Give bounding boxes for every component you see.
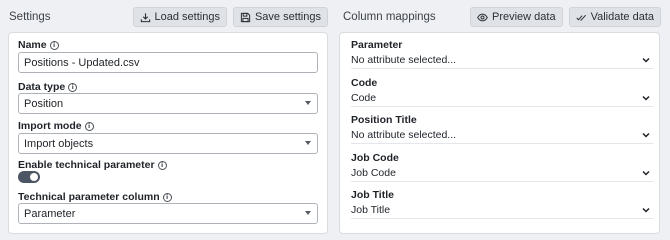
info-icon[interactable]: i (68, 82, 78, 92)
settings-title: Settings (9, 11, 51, 23)
info-icon[interactable]: i (162, 192, 172, 202)
chevron-down-icon (642, 132, 650, 138)
mapping-select-value: Job Code (351, 167, 396, 179)
mapping-label: Job Title (351, 189, 394, 201)
caret-down-icon (305, 141, 311, 145)
preview-data-button[interactable]: Preview data (470, 7, 563, 27)
tech-column-select[interactable]: Parameter (18, 203, 318, 224)
data-type-label: Data type i (18, 81, 78, 93)
chevron-down-icon (642, 207, 650, 213)
import-mode-label: Import mode i (18, 120, 94, 132)
mapping-select[interactable]: No attribute selected... (351, 52, 653, 69)
caret-down-icon (305, 211, 311, 215)
mapping-select[interactable]: Code (351, 90, 653, 107)
download-tray-icon (140, 12, 150, 22)
enable-tech-toggle[interactable] (18, 171, 40, 183)
enable-tech-label-text: Enable technical parameter (18, 159, 155, 171)
settings-header: Settings Load settings Save settings (9, 6, 328, 28)
mappings-header: Column mappings Preview data Validate da… (343, 6, 661, 28)
floppy-disk-icon (240, 12, 251, 22)
data-type-label-text: Data type (18, 81, 66, 93)
name-label: Name i (18, 39, 59, 51)
mapping-select-value: Code (351, 92, 377, 104)
mapping-label: Code (351, 77, 378, 89)
eye-icon (477, 13, 488, 21)
save-settings-label: Save settings (254, 11, 321, 23)
tech-column-label-text: Technical parameter column (18, 191, 160, 203)
preview-data-label: Preview data (492, 11, 556, 23)
toggle-knob (30, 173, 38, 181)
mapping-select-value: No attribute selected... (351, 54, 457, 66)
chevron-down-icon (642, 95, 650, 101)
chevron-down-icon (642, 57, 650, 63)
name-label-text: Name (18, 39, 47, 51)
import-mode-value: Import objects (24, 137, 94, 150)
settings-panel: Name i Positions - Updated.csv Data type… (8, 32, 328, 234)
mapping-select[interactable]: Job Code (351, 165, 653, 182)
data-type-select[interactable]: Position (18, 93, 318, 114)
mapping-select[interactable]: Job Title (351, 202, 653, 219)
name-input[interactable]: Positions - Updated.csv (18, 52, 318, 73)
chevron-down-icon (642, 170, 650, 176)
tech-column-value: Parameter (24, 207, 76, 220)
import-mode-select[interactable]: Import objects (18, 133, 318, 154)
mapping-label: Job Code (351, 152, 399, 164)
validate-data-label: Validate data (590, 11, 654, 23)
enable-tech-label: Enable technical parameter i (18, 159, 167, 171)
caret-down-icon (305, 101, 311, 105)
mapping-label: Position Title (351, 114, 417, 126)
load-settings-label: Load settings (154, 11, 220, 23)
double-check-icon (575, 14, 586, 21)
mapping-select-value: No attribute selected... (351, 129, 457, 141)
name-input-value: Positions - Updated.csv (24, 56, 140, 69)
mappings-title: Column mappings (343, 11, 436, 23)
tech-column-label: Technical parameter column i (18, 191, 172, 203)
validate-data-button[interactable]: Validate data (568, 7, 661, 27)
data-type-value: Position (24, 97, 64, 110)
import-mode-label-text: Import mode (18, 120, 82, 132)
mapping-select[interactable]: No attribute selected... (351, 127, 653, 144)
load-settings-button[interactable]: Load settings (132, 7, 227, 27)
mappings-panel: Parameter No attribute selected... Code … (339, 32, 660, 234)
info-icon[interactable]: i (157, 160, 167, 170)
mapping-select-value: Job Title (351, 204, 391, 216)
info-icon[interactable]: i (49, 40, 59, 50)
save-settings-button[interactable]: Save settings (232, 7, 328, 27)
mapping-label: Parameter (351, 39, 403, 51)
info-icon[interactable]: i (84, 121, 94, 131)
